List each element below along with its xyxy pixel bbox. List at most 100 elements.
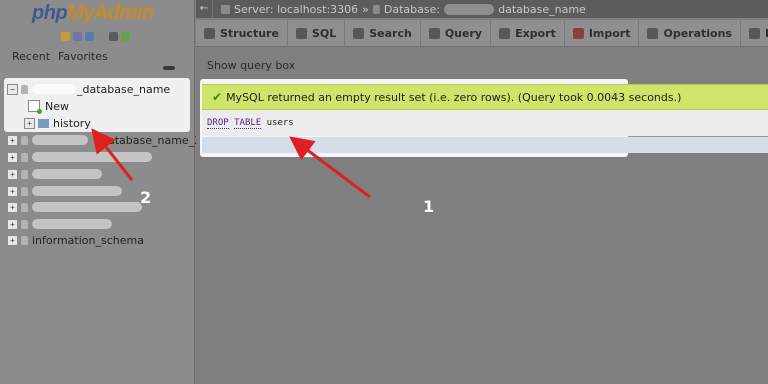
expand-icon[interactable]: + xyxy=(7,234,18,246)
back-arrow-icon[interactable]: ← xyxy=(196,0,213,18)
annotation-label-2: 2 xyxy=(140,188,152,207)
redacted-text xyxy=(32,202,142,212)
tree-item-history[interactable]: + history xyxy=(24,115,91,131)
tab-label: Query xyxy=(444,26,483,40)
help-icon[interactable] xyxy=(85,32,94,41)
sql-keyword-drop[interactable]: DROP xyxy=(207,118,229,129)
tab-routines[interactable]: Ro xyxy=(741,20,768,46)
expand-icon[interactable]: + xyxy=(7,134,18,146)
sql-query-display[interactable]: DROP TABLE users xyxy=(202,110,768,136)
breadcrumb-database[interactable]: database_name xyxy=(498,3,586,16)
server-icon xyxy=(221,4,230,14)
tree-item-redacted[interactable]: + xyxy=(7,149,153,165)
tab-label: Import xyxy=(588,26,631,40)
sql-keyword-table[interactable]: TABLE xyxy=(234,118,262,129)
checkmark-icon: ✔ xyxy=(212,90,223,104)
tree-item-label: _database_name xyxy=(77,82,171,96)
tree-item-redacted[interactable]: + xyxy=(7,166,103,182)
redacted-text xyxy=(444,3,495,15)
logo-text-myadmin: MyAdmin xyxy=(67,2,154,24)
tab-favorites[interactable]: Favorites xyxy=(58,50,108,63)
tab-structure[interactable]: Structure xyxy=(196,20,288,46)
database-icon xyxy=(21,235,28,245)
redacted-text xyxy=(32,186,122,196)
tree-item-redacted[interactable]: + xyxy=(7,216,113,232)
breadcrumb-separator-icon: » xyxy=(362,2,369,16)
database-icon xyxy=(21,186,28,196)
expand-icon[interactable]: + xyxy=(7,168,18,180)
redacted-text xyxy=(32,135,88,145)
expand-icon[interactable]: + xyxy=(7,151,18,163)
redacted-text xyxy=(32,219,112,229)
show-query-box-link[interactable]: Show query box xyxy=(207,59,295,72)
database-icon xyxy=(21,219,28,229)
wrench-icon xyxy=(647,27,659,39)
expand-icon[interactable]: + xyxy=(7,201,18,213)
redacted-text xyxy=(32,84,76,94)
structure-icon xyxy=(204,27,215,39)
database-icon xyxy=(21,169,28,179)
tab-label: Operations xyxy=(663,26,732,40)
redacted-text xyxy=(32,169,102,179)
tree-item-database[interactable]: − _database_name xyxy=(7,81,170,97)
nav-tabs: Recent Favorites xyxy=(12,50,108,63)
query-icon xyxy=(428,27,440,39)
sql-table-name: users xyxy=(266,118,294,128)
tree-item-information-schema[interactable]: + information_schema xyxy=(7,232,144,248)
sql-code: DROP TABLE users xyxy=(202,118,294,129)
sql-icon xyxy=(295,27,307,39)
database-icon xyxy=(372,4,380,14)
tree-item-redacted[interactable]: + xyxy=(7,183,123,199)
tab-export[interactable]: Export xyxy=(491,20,565,46)
redacted-text xyxy=(32,152,152,162)
success-message: ✔ MySQL returned an empty result set (i.… xyxy=(202,84,768,110)
tab-bar: Structure SQL Search Query Export Import… xyxy=(196,20,768,47)
database-icon xyxy=(21,152,28,162)
search-icon xyxy=(353,27,365,39)
expand-icon[interactable]: + xyxy=(7,218,18,230)
table-icon xyxy=(38,118,49,128)
routines-icon xyxy=(748,27,760,39)
expand-icon[interactable]: + xyxy=(7,185,18,197)
logo-text-php: php xyxy=(32,2,68,24)
success-message-text: MySQL returned an empty result set (i.e.… xyxy=(226,90,682,104)
tab-search[interactable]: Search xyxy=(345,20,421,46)
tree-item-label: New xyxy=(45,99,69,113)
breadcrumb-server[interactable]: Server: localhost:3306 xyxy=(234,3,358,16)
tab-label: Search xyxy=(369,26,412,40)
breadcrumb: ← Server: localhost:3306 » Database: dat… xyxy=(196,0,768,18)
breadcrumb-database-label: Database: xyxy=(383,2,441,16)
tab-import[interactable]: Import xyxy=(565,20,640,46)
reload-icon[interactable] xyxy=(121,32,130,41)
tab-query[interactable]: Query xyxy=(421,20,492,46)
tab-sql[interactable]: SQL xyxy=(288,20,346,46)
annotation-label-1: 1 xyxy=(423,197,435,216)
database-icon xyxy=(21,135,28,145)
home-icon[interactable] xyxy=(61,32,70,41)
new-table-icon xyxy=(28,100,42,114)
tab-label: Export xyxy=(515,26,556,40)
tree-item-label: database_name_2 xyxy=(101,133,202,147)
tab-label: Structure xyxy=(220,26,279,40)
query-actions-row xyxy=(202,137,768,153)
collapse-icon[interactable]: − xyxy=(7,83,18,95)
database-icon xyxy=(21,202,28,212)
database-icon xyxy=(21,84,28,94)
tree-item-database-2[interactable]: + database_name_2 xyxy=(7,132,201,148)
tree-item-new[interactable]: New xyxy=(28,98,69,114)
expand-icon[interactable]: + xyxy=(24,117,35,129)
tab-recent[interactable]: Recent xyxy=(12,50,50,63)
navigation-panel: phpMyAdmin Recent Favorites − _database_… xyxy=(0,0,201,384)
quick-icons xyxy=(61,32,130,41)
tree-item-label: information_schema xyxy=(32,233,144,247)
tree-item-label: history xyxy=(53,116,91,130)
collapse-all-icon[interactable] xyxy=(163,66,175,70)
settings-icon[interactable] xyxy=(109,32,118,41)
tab-operations[interactable]: Operations xyxy=(639,20,741,46)
phpmyadmin-logo[interactable]: phpMyAdmin xyxy=(32,2,154,25)
docs-icon[interactable] xyxy=(97,32,106,41)
tab-label: SQL xyxy=(311,26,337,40)
tree-item-redacted[interactable]: + xyxy=(7,199,143,215)
export-icon xyxy=(499,27,511,39)
logout-icon[interactable] xyxy=(73,32,82,41)
